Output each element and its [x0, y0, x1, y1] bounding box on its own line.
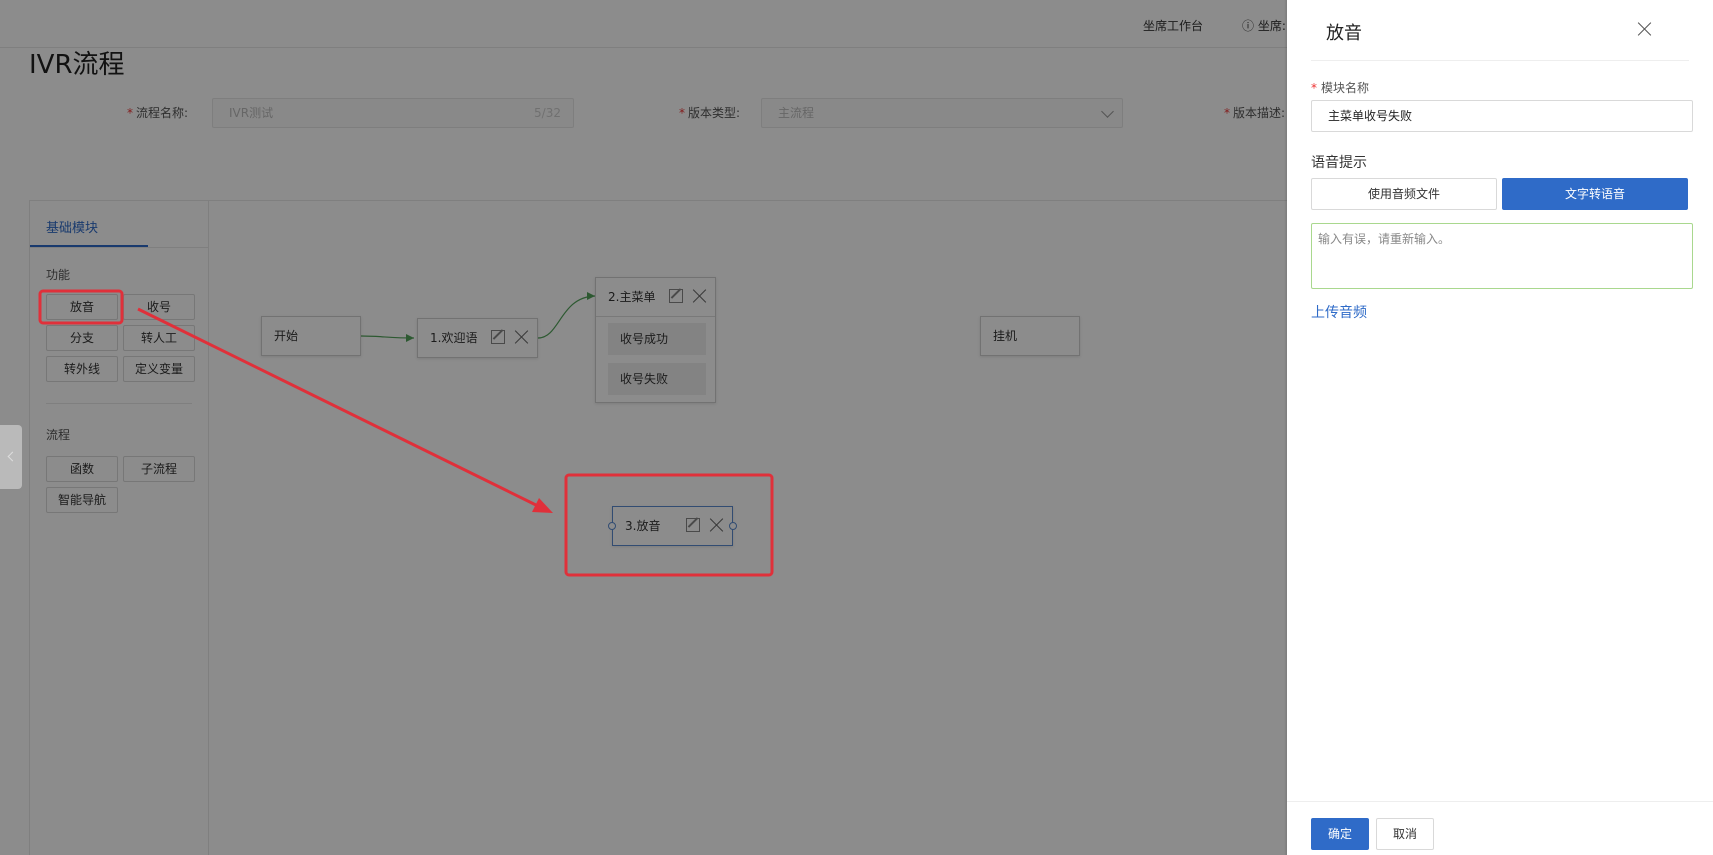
audio-file-option[interactable]: 使用音频文件: [1311, 178, 1497, 210]
ivr-flow-page: 坐席工作台 ⓘ 坐席: IVR流程 * 流程名称: IVR测试 5/32 * 版本类…: [0, 0, 1713, 855]
tts-option[interactable]: 文字转语音: [1502, 178, 1688, 210]
drawer-divider: [1311, 60, 1689, 61]
module-name-input[interactable]: 主菜单收号失败: [1311, 100, 1693, 132]
play-settings-drawer: 放音 * 模块名称 主菜单收号失败 语音提示 使用音频文件 文字转语音 输入有误，…: [1287, 0, 1713, 855]
module-name-label: * 模块名称: [1311, 81, 1370, 95]
modal-overlay[interactable]: [0, 0, 1287, 855]
voice-prompt-label: 语音提示: [1311, 155, 1367, 171]
drawer-title: 放音: [1326, 23, 1362, 44]
tts-textarea[interactable]: 输入有误，请重新输入。: [1311, 223, 1693, 289]
upload-audio-link[interactable]: 上传音频: [1311, 302, 1367, 322]
footer-divider: [1287, 801, 1713, 802]
collapse-panel-button[interactable]: [0, 425, 22, 489]
confirm-button[interactable]: 确定: [1311, 818, 1369, 850]
cancel-button[interactable]: 取消: [1376, 818, 1434, 850]
close-icon[interactable]: [1636, 20, 1654, 38]
